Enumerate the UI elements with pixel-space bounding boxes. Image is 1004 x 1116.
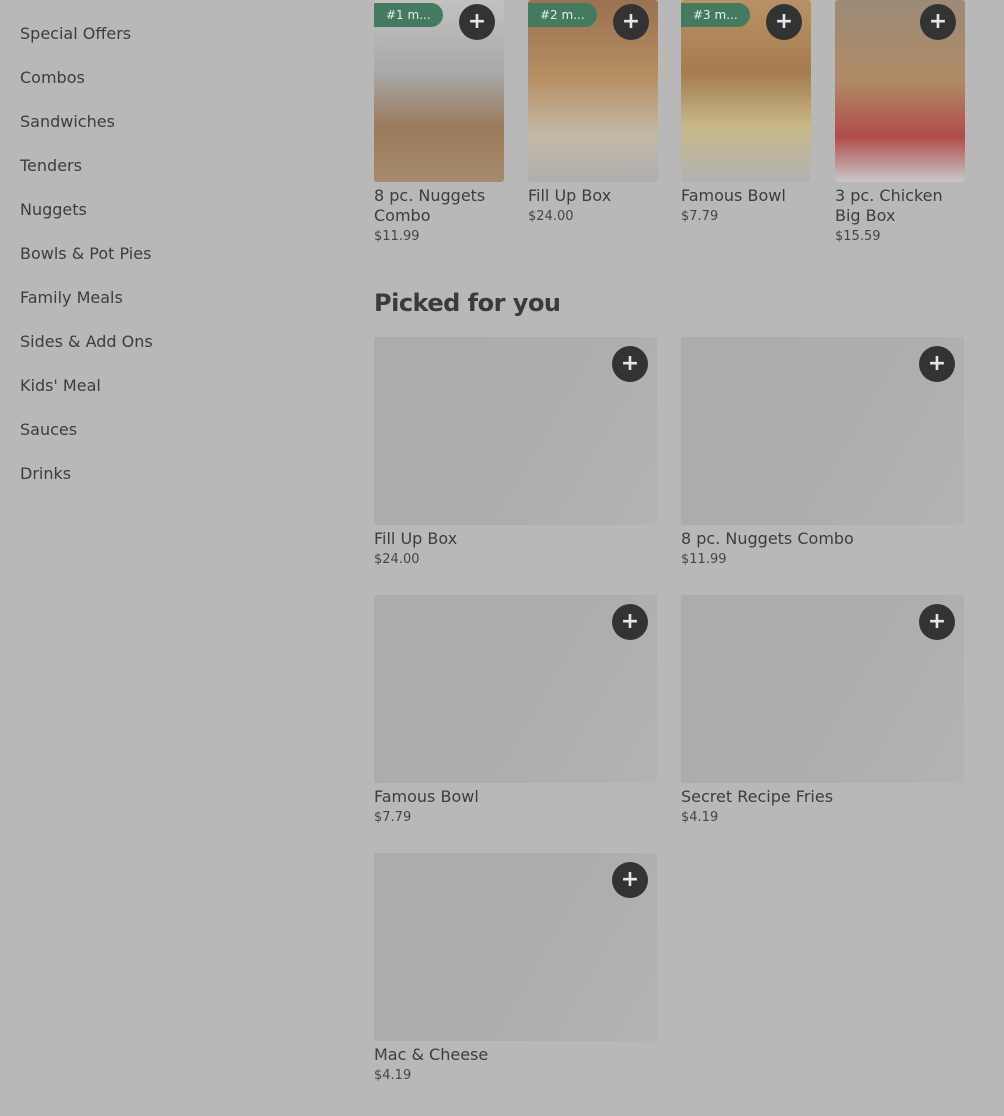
- picked-item-card[interactable]: + Secret Recipe Fries $4.19: [681, 595, 964, 825]
- picked-item-card[interactable]: + Famous Bowl $7.79: [374, 595, 657, 825]
- product-image[interactable]: #3 m... +: [681, 0, 811, 182]
- add-to-cart-button[interactable]: +: [612, 346, 648, 382]
- picked-item-card[interactable]: + 8 pc. Nuggets Combo $11.99: [681, 337, 964, 567]
- add-to-cart-button[interactable]: +: [920, 4, 956, 40]
- product-name: Fill Up Box: [528, 186, 612, 205]
- sidebar-item-sides-add-ons[interactable]: Sides & Add Ons: [20, 320, 320, 364]
- product-name: 8 pc. Nuggets Combo: [681, 529, 854, 548]
- product-name: Famous Bowl: [374, 787, 479, 806]
- sidebar-item-kids-meal[interactable]: Kids' Meal: [20, 364, 320, 408]
- product-price: $4.19: [374, 1068, 412, 1083]
- product-price: $24.00: [374, 552, 420, 567]
- add-to-cart-button[interactable]: +: [612, 604, 648, 640]
- carousel-card[interactable]: #3 m... + Famous Bowl $7.79: [681, 0, 811, 224]
- product-name: Secret Recipe Fries: [681, 787, 834, 806]
- product-image[interactable]: +: [835, 0, 965, 182]
- sidebar-item-sauces[interactable]: Sauces: [20, 408, 320, 452]
- add-to-cart-button[interactable]: +: [459, 4, 495, 40]
- product-image-placeholder[interactable]: +: [374, 853, 657, 1041]
- add-to-cart-button[interactable]: +: [613, 4, 649, 40]
- product-price: $7.79: [681, 209, 719, 224]
- product-name: Fill Up Box: [374, 529, 458, 548]
- add-to-cart-button[interactable]: +: [919, 604, 955, 640]
- product-price: $11.99: [374, 229, 420, 244]
- product-image-placeholder[interactable]: +: [681, 337, 964, 525]
- add-to-cart-button[interactable]: +: [612, 862, 648, 898]
- sidebar-item-combos[interactable]: Combos: [20, 56, 320, 100]
- add-to-cart-button[interactable]: +: [919, 346, 955, 382]
- carousel-card[interactable]: #2 m... + Fill Up Box $24.00: [528, 0, 658, 224]
- picked-item-card[interactable]: + Mac & Cheese $4.19: [374, 853, 657, 1083]
- carousel-card[interactable]: + 3 pc. Chicken Big Box $15.59: [835, 0, 965, 244]
- carousel-card[interactable]: #1 m... + 8 pc. Nuggets Combo $11.99: [374, 0, 504, 244]
- product-price: $7.79: [374, 810, 412, 825]
- rank-badge: #1 m...: [374, 3, 443, 27]
- product-price: $24.00: [528, 209, 574, 224]
- product-image[interactable]: #2 m... +: [528, 0, 658, 182]
- category-sidebar: Special Offers Combos Sandwiches Tenders…: [20, 12, 320, 496]
- sidebar-item-bowls-pot-pies[interactable]: Bowls & Pot Pies: [20, 232, 320, 276]
- product-name: Mac & Cheese: [374, 1045, 489, 1064]
- sidebar-item-sandwiches[interactable]: Sandwiches: [20, 100, 320, 144]
- sidebar-item-drinks[interactable]: Drinks: [20, 452, 320, 496]
- rank-badge: #2 m...: [528, 3, 597, 27]
- product-image-placeholder[interactable]: +: [374, 337, 657, 525]
- sidebar-item-tenders[interactable]: Tenders: [20, 144, 320, 188]
- popular-items-carousel: #1 m... + 8 pc. Nuggets Combo $11.99 #2 …: [374, 0, 1004, 260]
- product-name: Famous Bowl: [681, 186, 786, 205]
- product-price: $11.99: [681, 552, 727, 567]
- product-name: 8 pc. Nuggets Combo: [374, 186, 486, 225]
- picked-item-card[interactable]: + Fill Up Box $24.00: [374, 337, 657, 567]
- add-to-cart-button[interactable]: +: [766, 4, 802, 40]
- product-price: $15.59: [835, 229, 881, 244]
- sidebar-item-special-offers[interactable]: Special Offers: [20, 12, 320, 56]
- section-title-picked-for-you: Picked for you: [374, 289, 561, 317]
- rank-badge: #3 m...: [681, 3, 750, 27]
- product-name: 3 pc. Chicken Big Box: [835, 186, 943, 225]
- sidebar-item-nuggets[interactable]: Nuggets: [20, 188, 320, 232]
- sidebar-item-family-meals[interactable]: Family Meals: [20, 276, 320, 320]
- product-image-placeholder[interactable]: +: [681, 595, 964, 783]
- product-image-placeholder[interactable]: +: [374, 595, 657, 783]
- product-image[interactable]: #1 m... +: [374, 0, 504, 182]
- product-price: $4.19: [681, 810, 719, 825]
